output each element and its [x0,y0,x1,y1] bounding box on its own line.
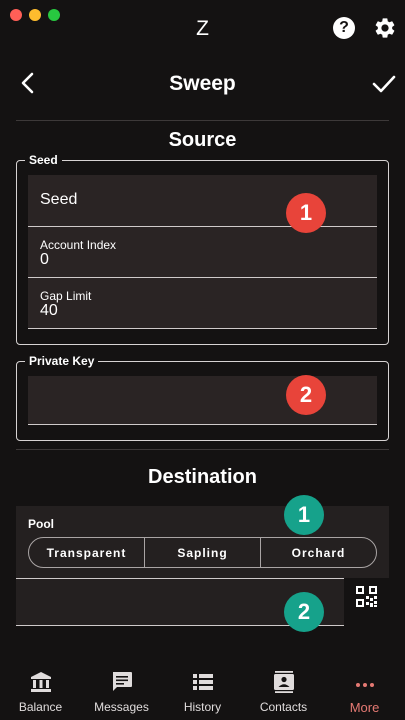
qr-code-icon[interactable] [356,586,377,607]
bottom-navigation: Balance Messages History Contacts More [0,660,405,720]
nav-label: Balance [18,700,63,714]
private-key-group: Private Key [16,354,389,441]
seed-group-legend: Seed [25,153,62,167]
gap-limit-label: Gap Limit [40,289,92,303]
pool-selector: Pool Transparent Sapling Orchard [16,506,389,578]
gear-icon[interactable] [373,16,397,40]
nav-label: Messages [94,700,149,714]
pool-option-transparent[interactable]: Transparent [29,538,144,567]
account-index-field[interactable]: Account Index 0 [28,227,377,278]
source-section-title: Source [168,129,237,151]
list-icon [193,674,213,690]
nav-label: More [349,700,380,715]
gap-limit-field[interactable]: Gap Limit 40 [28,278,377,329]
nav-label: History [183,700,222,714]
bank-icon [31,672,51,692]
nav-item-balance[interactable]: Balance [0,660,81,720]
contact-icon [274,671,294,693]
seed-group: Seed Seed Account Index 0 Gap Limit 40 [16,153,389,345]
annotation-badge: 1 [284,495,324,535]
annotation-badge: 2 [286,375,326,415]
window-titlebar: Z ? [0,0,405,58]
seed-input-placeholder: Seed [40,191,78,208]
annotation-badge: 2 [284,592,324,632]
nav-item-contacts[interactable]: Contacts [243,660,324,720]
account-index-value: 0 [40,251,49,268]
divider [16,449,389,450]
pool-option-sapling[interactable]: Sapling [144,538,260,567]
pool-segmented-control: Transparent Sapling Orchard [28,537,377,568]
help-icon[interactable]: ? [333,17,355,39]
account-index-label: Account Index [40,238,117,252]
annotation-badge: 1 [286,193,326,233]
destination-section-title: Destination [148,466,257,488]
message-icon [113,672,132,691]
pool-option-orchard[interactable]: Orchard [260,538,376,567]
gap-limit-value: 40 [40,302,58,319]
page-header: Sweep [0,62,405,106]
checkmark-icon[interactable] [372,73,396,95]
page-title: Sweep [169,72,236,95]
nav-item-history[interactable]: History [162,660,243,720]
pool-label: Pool [28,517,54,531]
nav-item-more[interactable]: More [324,660,405,720]
private-key-legend: Private Key [25,354,99,368]
more-icon [356,683,374,687]
divider [16,120,389,121]
nav-item-messages[interactable]: Messages [81,660,162,720]
nav-label: Contacts [259,700,308,714]
